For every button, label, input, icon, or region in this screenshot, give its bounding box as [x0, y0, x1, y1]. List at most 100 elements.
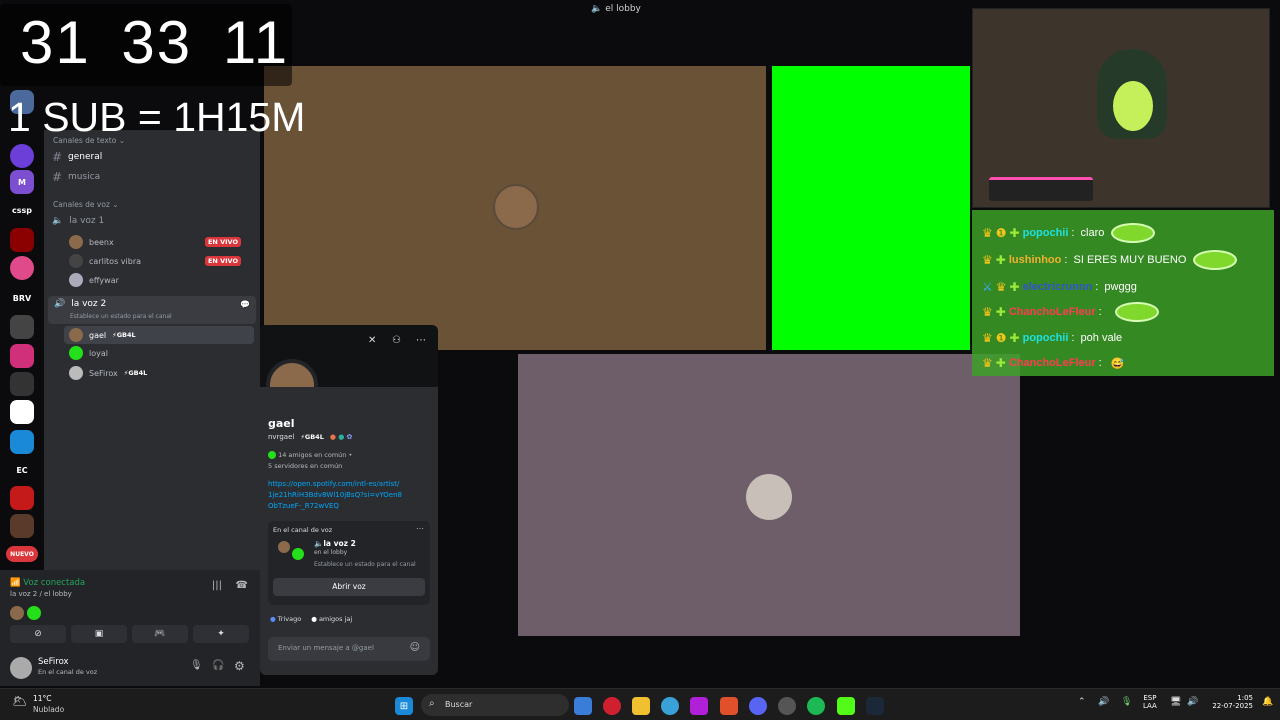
avatar [292, 548, 304, 560]
disconnect-icon[interactable]: ☎ [236, 580, 248, 591]
voice-user[interactable]: SeFirox ⚡GB4L [69, 365, 147, 381]
emoji-icon[interactable]: ☺ [410, 642, 420, 653]
server-icon[interactable] [10, 400, 34, 424]
voice-user[interactable]: loyal [69, 345, 108, 361]
brave-icon[interactable] [720, 697, 738, 715]
server-icon[interactable] [10, 228, 34, 252]
profile-link[interactable]: https://open.spotify.com/intl-es/artist/… [268, 479, 402, 512]
soundboard-button[interactable]: ✦ [193, 625, 249, 643]
live-badge: EN VIVO [204, 237, 241, 247]
channel-status: Establece un estado para el canal [70, 313, 172, 320]
avatar[interactable] [10, 657, 32, 679]
message-input[interactable]: Enviar un mensaje a @gael ☺ [268, 637, 430, 661]
channel-sidebar: Canales de texto ⌄ # general # musica Cana… [44, 130, 260, 570]
server-ec[interactable]: EC [10, 458, 34, 482]
app-icon[interactable] [690, 697, 708, 715]
chat-message: ♛ ❶ ✚ popochii: poh vale [982, 331, 1123, 345]
app-icon[interactable] [603, 697, 621, 715]
clock[interactable]: 1:05 22-07-2025 [1205, 694, 1253, 710]
webcam-overlay [972, 8, 1270, 208]
noise-icon[interactable]: ||| [212, 580, 222, 591]
avatar [69, 254, 83, 268]
voice-card-server: en el lobby [314, 549, 348, 556]
voice-channel-1[interactable]: 🔈 la voz 1 [52, 212, 104, 230]
profile-username: nvrgael [268, 433, 295, 441]
voice-channel-2[interactable]: 🔊 la voz 2 Establece un estado para el ca… [48, 296, 256, 324]
server-icon[interactable] [10, 372, 34, 396]
discord-icon[interactable] [749, 697, 767, 715]
chat-message: ♛ ✚ ChanchoLeFleur: 😅 [982, 356, 1125, 370]
channel-musica[interactable]: # musica [52, 168, 100, 186]
category-voice[interactable]: Canales de voz ⌄ [53, 200, 119, 209]
more-icon[interactable]: ⋯ [416, 524, 424, 533]
spotify-icon[interactable] [807, 697, 825, 715]
language-indicator[interactable]: ESP LAA [1143, 694, 1157, 710]
profile-name: gael [268, 417, 295, 430]
mic-icon[interactable]: 🎙 [1121, 697, 1132, 707]
server-cssp[interactable]: cssp [10, 198, 34, 222]
app-icon[interactable] [778, 697, 796, 715]
chevron-up-icon[interactable]: ⌃ [1078, 697, 1086, 707]
new-badge[interactable]: NUEVO [6, 546, 38, 562]
sub-rule: 1 SUB = 1H15M [8, 94, 306, 140]
mic-icon[interactable]: 🎙 [190, 660, 203, 671]
steam-icon[interactable] [866, 697, 884, 715]
voice-user[interactable]: beenx EN VIVO [69, 234, 249, 250]
voice-user[interactable]: carlitos vibra EN VIVO [69, 253, 249, 269]
server-icon[interactable]: M [10, 170, 34, 194]
network-icon[interactable]: 🖥 [1170, 697, 1181, 707]
voice-card-title: En el canal de voz [273, 526, 333, 534]
soundboard-icon: ✦ [217, 629, 225, 639]
server-brv[interactable]: BRV [10, 286, 34, 310]
browser-icon[interactable] [661, 697, 679, 715]
server-icon[interactable] [10, 514, 34, 538]
voice-user-selected[interactable]: gael ⚡GB4L [64, 326, 254, 344]
volume-icon[interactable]: 🔊 [1098, 697, 1109, 707]
server-icon[interactable] [10, 430, 34, 454]
streamer-face [1113, 81, 1153, 131]
emote [1111, 223, 1156, 243]
weather-icon[interactable]: 🌥 [12, 694, 27, 708]
weather-temp[interactable]: 11°C [33, 694, 52, 703]
camera-off-icon: ⊘ [34, 629, 42, 639]
more-icon[interactable]: ⋯ [416, 335, 426, 346]
pin-icon[interactable]: ✕ [368, 335, 376, 346]
add-friend-icon[interactable]: ⚇ [392, 335, 401, 346]
server-icon[interactable] [10, 256, 34, 280]
mutual-friends[interactable]: 14 amigos en común • [268, 451, 352, 459]
mutual-servers[interactable]: 5 servidores en común [268, 462, 342, 470]
notification-icon[interactable]: 🔔 [1262, 697, 1273, 707]
speaker-icon: 🔈 [52, 216, 64, 226]
server-icon[interactable] [10, 315, 34, 339]
mutual-server-chip[interactable]: ● Trivago [270, 615, 301, 623]
channel-general[interactable]: # general [52, 148, 102, 166]
activity-button[interactable]: 🎮 [132, 625, 188, 643]
mutual-server-chip[interactable]: ● amigos jaj [311, 615, 352, 623]
chat-icon[interactable]: 💬 [240, 300, 250, 309]
gamepad-icon: 🎮 [154, 629, 166, 639]
avatar [10, 606, 24, 620]
video-tile-gael[interactable] [264, 66, 766, 350]
start-icon[interactable]: ⊞ [395, 697, 413, 715]
app-icon[interactable] [574, 697, 592, 715]
join-voice-button[interactable]: Abrir voz [273, 578, 425, 596]
server-icon[interactable] [10, 144, 34, 168]
server-icon[interactable] [10, 486, 34, 510]
voice-user[interactable]: effywar [69, 272, 119, 288]
chat-message: ♛ ✚ ChanchoLeFleur: [982, 301, 1159, 323]
weather-desc[interactable]: Nublado [33, 705, 64, 714]
speaker-icon[interactable]: 🔊 [1187, 697, 1198, 707]
headphones-icon[interactable]: 🎧 [212, 660, 224, 671]
camera-off-button[interactable]: ⊘ [10, 625, 66, 643]
kick-icon[interactable] [837, 697, 855, 715]
video-tile-loyal[interactable] [772, 66, 970, 350]
search-icon: ⌕ [429, 698, 435, 709]
video-tile-sefirox[interactable] [518, 354, 1020, 636]
server-icon[interactable] [10, 344, 34, 368]
folder-icon[interactable] [632, 697, 650, 715]
screen-share-button[interactable]: ▣ [71, 625, 127, 643]
user-bar: SeFirox En el canal de voz 🎙 🎧 ⚙ [0, 650, 260, 686]
search-bar[interactable]: ⌕ Buscar [421, 694, 569, 716]
gear-icon[interactable]: ⚙ [234, 659, 245, 673]
search-placeholder: Buscar [445, 700, 473, 709]
